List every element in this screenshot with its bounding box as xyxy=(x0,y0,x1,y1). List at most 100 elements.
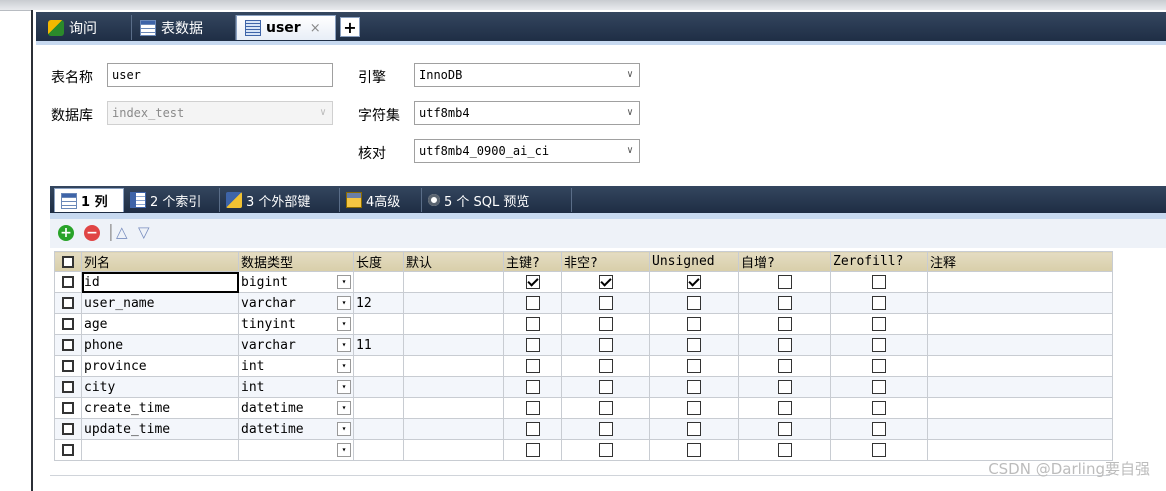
length-cell[interactable]: 12 xyxy=(353,292,404,314)
default-cell[interactable] xyxy=(403,355,504,377)
tab-query[interactable]: 询问 xyxy=(40,15,132,40)
chevron-down-icon[interactable]: ▾ xyxy=(337,317,351,331)
header-zerofill[interactable]: Zerofill? xyxy=(830,251,928,272)
chevron-down-icon[interactable]: ▾ xyxy=(337,443,351,457)
default-cell[interactable] xyxy=(403,418,504,440)
unsigned-checkbox[interactable] xyxy=(687,422,701,436)
tab-sql-preview[interactable]: 5 个 SQL 预览 xyxy=(422,188,572,212)
default-cell[interactable] xyxy=(403,439,504,461)
not-null-checkbox[interactable] xyxy=(598,317,613,331)
length-cell[interactable] xyxy=(353,376,404,398)
tab-advanced[interactable]: 4高级 xyxy=(340,188,422,212)
charset-select[interactable]: utf8mb4 ∨ xyxy=(414,101,640,125)
not-null-checkbox[interactable] xyxy=(598,296,613,310)
header-unsigned[interactable]: Unsigned xyxy=(649,251,739,272)
comment-cell[interactable] xyxy=(927,355,1113,377)
header-default[interactable]: 默认 xyxy=(403,251,504,272)
column-name-cell[interactable]: age xyxy=(81,313,239,335)
not-null-checkbox[interactable] xyxy=(598,422,613,436)
data-type-cell[interactable]: datetime ▾ xyxy=(238,397,354,419)
primary-key-checkbox[interactable] xyxy=(525,338,540,352)
default-cell[interactable] xyxy=(403,271,504,293)
zerofill-checkbox[interactable] xyxy=(872,275,886,289)
primary-key-checkbox[interactable] xyxy=(525,422,540,436)
default-cell[interactable] xyxy=(403,292,504,314)
primary-key-checkbox[interactable] xyxy=(525,380,540,394)
auto-increment-checkbox[interactable] xyxy=(777,380,792,394)
table-row[interactable]: id bigint ▾ xyxy=(54,271,1113,293)
auto-increment-checkbox[interactable] xyxy=(777,317,792,331)
add-column-button[interactable]: + xyxy=(58,225,74,241)
row-select-checkbox[interactable] xyxy=(54,376,82,398)
length-cell[interactable] xyxy=(353,355,404,377)
collation-select[interactable]: utf8mb4_0900_ai_ci ∨ xyxy=(414,139,640,163)
header-column-name[interactable]: 列名 xyxy=(81,251,239,272)
unsigned-checkbox[interactable] xyxy=(687,359,701,373)
primary-key-checkbox[interactable] xyxy=(525,275,540,289)
not-null-checkbox[interactable] xyxy=(598,275,613,289)
row-select-checkbox[interactable] xyxy=(54,418,82,440)
table-row[interactable]: ▾ xyxy=(54,439,1113,461)
comment-cell[interactable] xyxy=(927,334,1113,356)
row-select-checkbox[interactable] xyxy=(54,292,82,314)
primary-key-checkbox[interactable] xyxy=(525,401,540,415)
primary-key-checkbox[interactable] xyxy=(525,296,540,310)
comment-cell[interactable] xyxy=(927,376,1113,398)
length-cell[interactable]: 11 xyxy=(353,334,404,356)
header-data-type[interactable]: 数据类型 xyxy=(238,251,354,272)
zerofill-checkbox[interactable] xyxy=(872,401,886,415)
comment-cell[interactable] xyxy=(927,292,1113,314)
table-row[interactable]: update_time datetime ▾ xyxy=(54,418,1113,440)
header-length[interactable]: 长度 xyxy=(353,251,404,272)
unsigned-checkbox[interactable] xyxy=(687,275,701,289)
column-name-cell[interactable]: city xyxy=(81,376,239,398)
comment-cell[interactable] xyxy=(927,313,1113,335)
not-null-checkbox[interactable] xyxy=(598,401,613,415)
table-name-input[interactable]: user xyxy=(107,63,333,87)
unsigned-checkbox[interactable] xyxy=(687,443,701,457)
zerofill-checkbox[interactable] xyxy=(872,359,886,373)
length-cell[interactable] xyxy=(353,439,404,461)
move-up-button[interactable]: △ xyxy=(116,223,128,241)
length-cell[interactable] xyxy=(353,418,404,440)
header-comment[interactable]: 注释 xyxy=(927,251,1113,272)
data-type-cell[interactable]: ▾ xyxy=(238,439,354,461)
default-cell[interactable] xyxy=(403,334,504,356)
zerofill-checkbox[interactable] xyxy=(872,338,886,352)
zerofill-checkbox[interactable] xyxy=(872,422,886,436)
column-name-cell[interactable]: phone xyxy=(81,334,239,356)
row-select-checkbox[interactable] xyxy=(54,439,82,461)
zerofill-checkbox[interactable] xyxy=(872,380,886,394)
chevron-down-icon[interactable]: ▾ xyxy=(337,380,351,394)
chevron-down-icon[interactable]: ▾ xyxy=(337,275,351,289)
not-null-checkbox[interactable] xyxy=(598,359,613,373)
data-type-cell[interactable]: varchar ▾ xyxy=(238,292,354,314)
data-type-cell[interactable]: tinyint ▾ xyxy=(238,313,354,335)
not-null-checkbox[interactable] xyxy=(598,443,613,457)
chevron-down-icon[interactable]: ▾ xyxy=(337,338,351,352)
auto-increment-checkbox[interactable] xyxy=(777,296,792,310)
chevron-down-icon[interactable]: ▾ xyxy=(337,359,351,373)
tab-user[interactable]: user × xyxy=(236,15,336,40)
comment-cell[interactable] xyxy=(927,397,1113,419)
table-row[interactable]: city int ▾ xyxy=(54,376,1113,398)
engine-select[interactable]: InnoDB ∨ xyxy=(414,63,640,87)
auto-increment-checkbox[interactable] xyxy=(777,401,792,415)
default-cell[interactable] xyxy=(403,376,504,398)
zerofill-checkbox[interactable] xyxy=(872,317,886,331)
header-auto-increment[interactable]: 自增? xyxy=(738,251,831,272)
tab-table-data[interactable]: 表数据 xyxy=(132,15,236,40)
length-cell[interactable] xyxy=(353,313,404,335)
auto-increment-checkbox[interactable] xyxy=(777,275,792,289)
default-cell[interactable] xyxy=(403,397,504,419)
column-name-cell[interactable] xyxy=(81,439,239,461)
unsigned-checkbox[interactable] xyxy=(687,296,701,310)
table-row[interactable]: age tinyint ▾ xyxy=(54,313,1113,335)
table-row[interactable]: province int ▾ xyxy=(54,355,1113,377)
table-row[interactable]: phone varchar ▾ 11 xyxy=(54,334,1113,356)
header-not-null[interactable]: 非空? xyxy=(561,251,650,272)
column-name-cell[interactable]: id xyxy=(81,271,239,293)
column-name-cell[interactable]: create_time xyxy=(81,397,239,419)
add-tab-button[interactable]: + xyxy=(340,17,360,37)
auto-increment-checkbox[interactable] xyxy=(777,338,792,352)
